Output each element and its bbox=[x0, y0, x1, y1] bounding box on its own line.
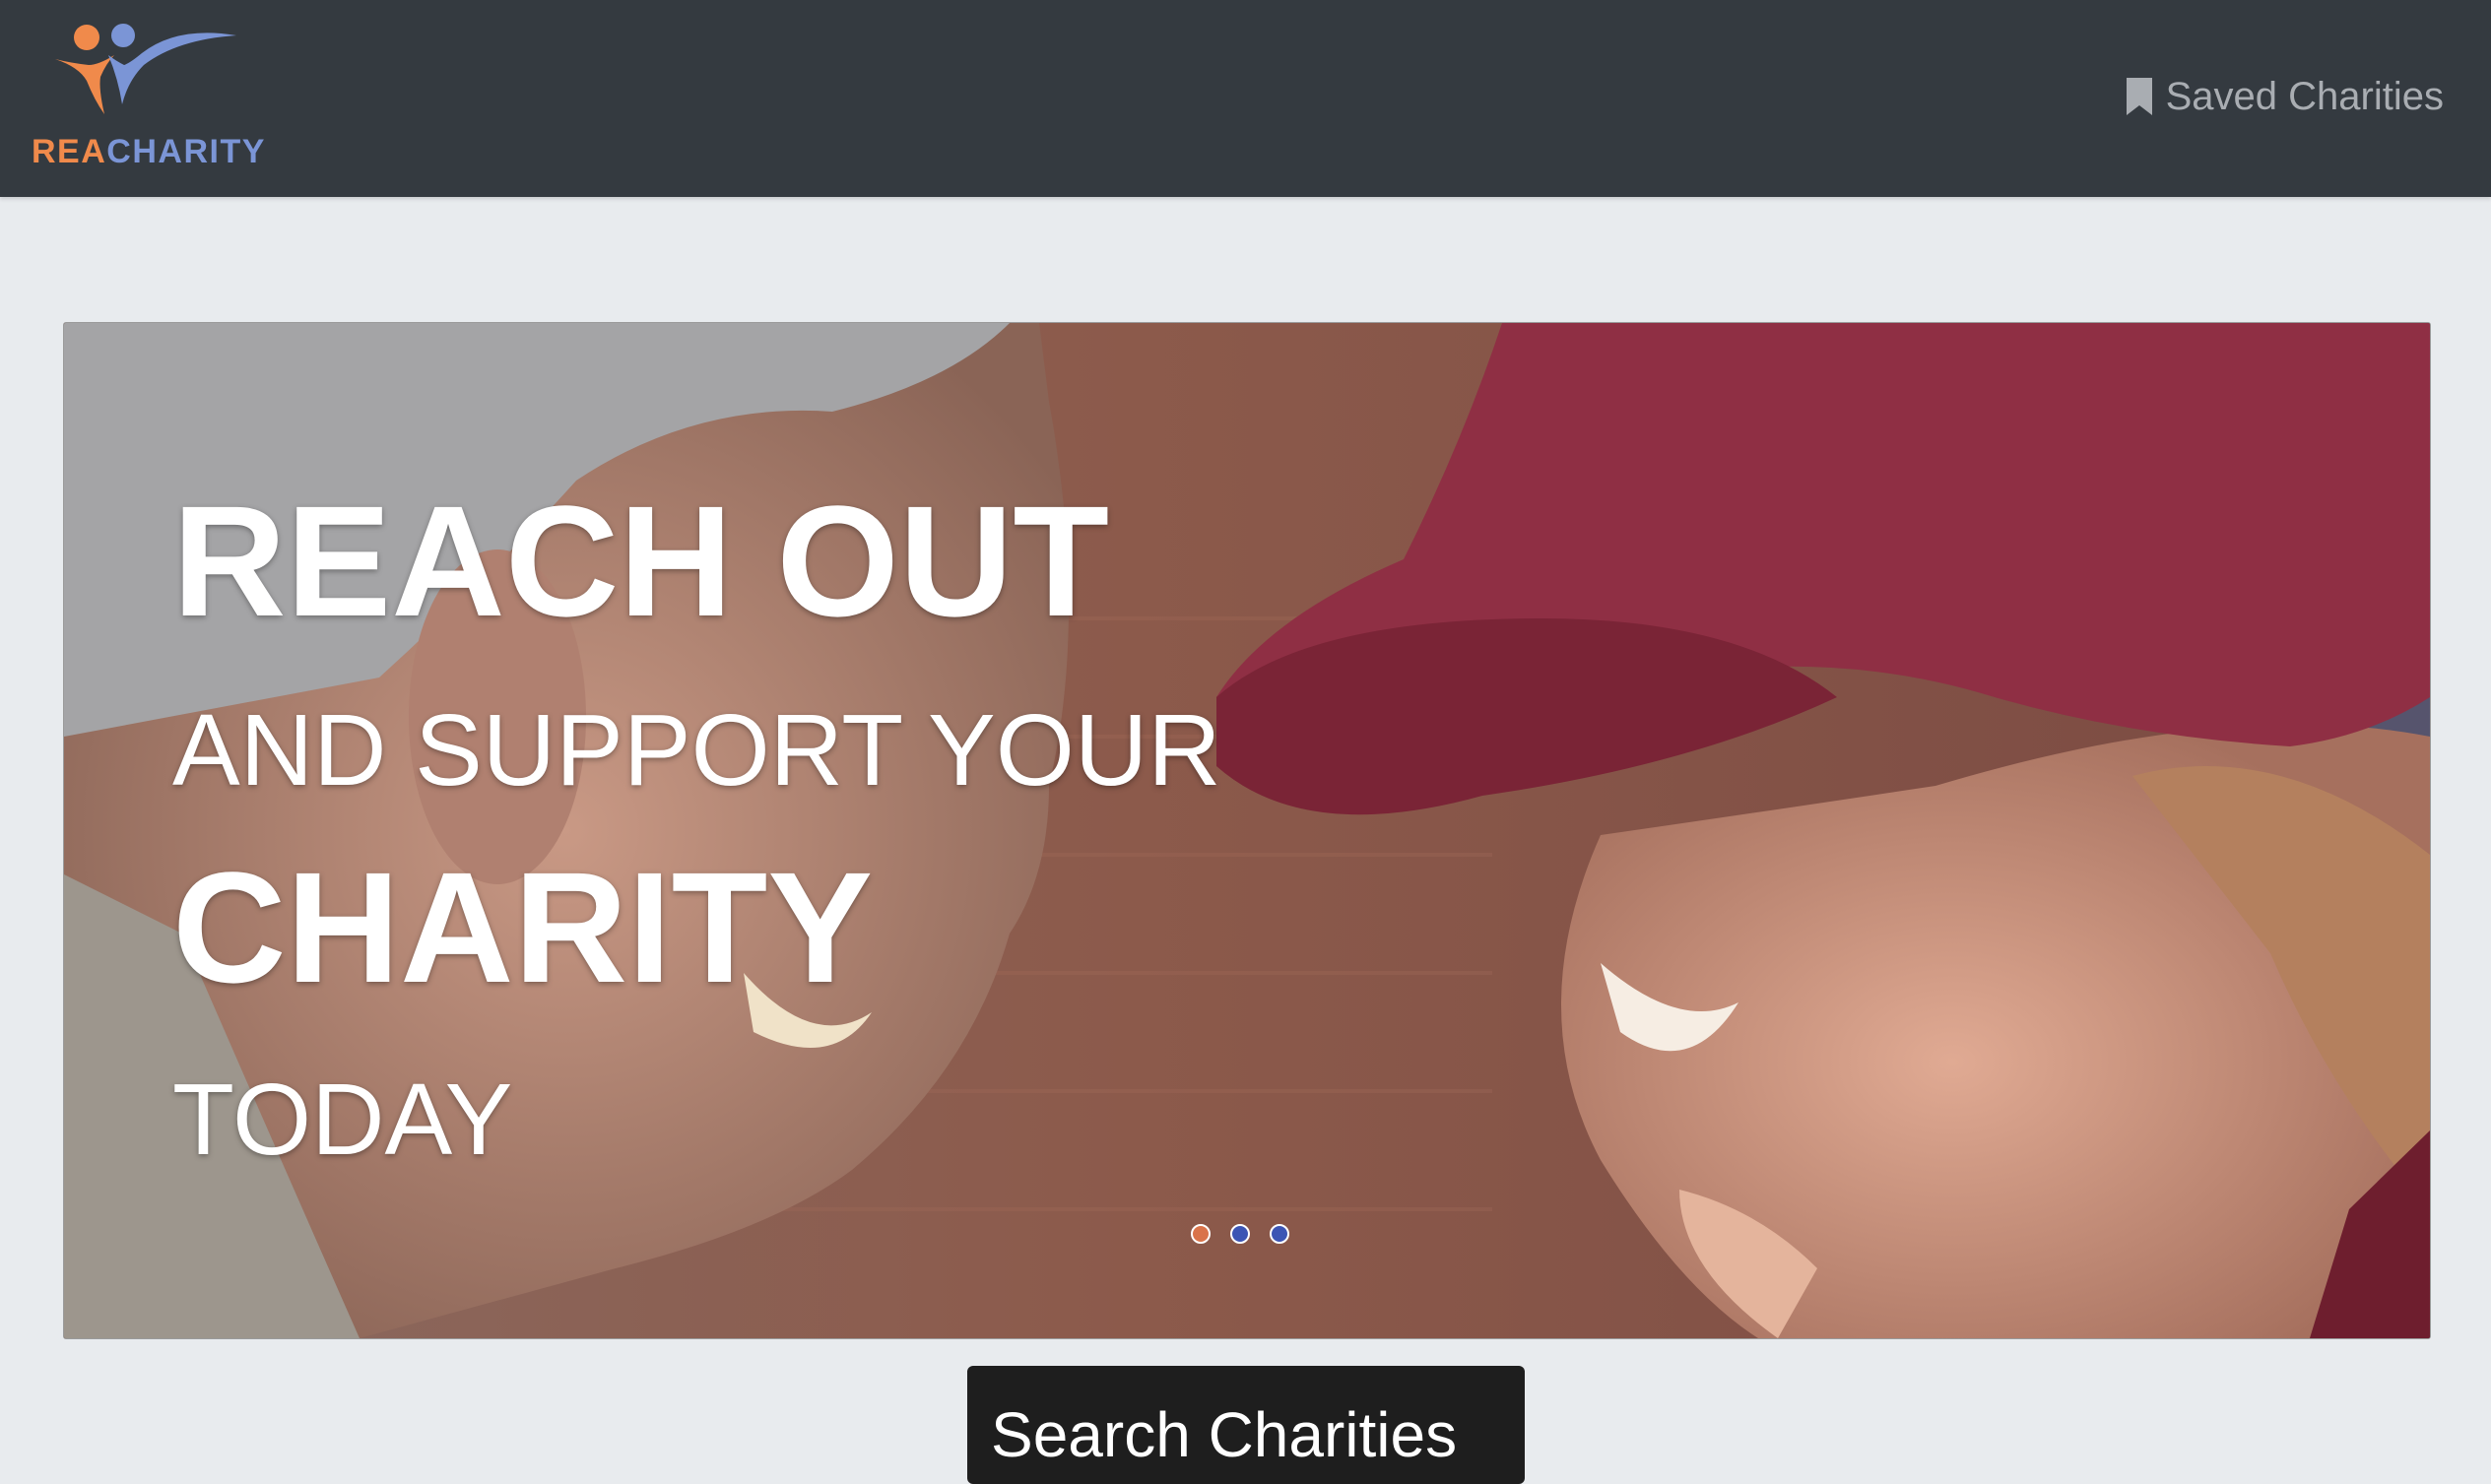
hero-carousel[interactable]: REACH OUT AND SUPPORT YOUR CHARITY TODAY bbox=[63, 322, 2431, 1339]
carousel-indicators bbox=[1191, 1224, 1289, 1244]
hero-line-3: CHARITY bbox=[172, 839, 874, 1015]
carousel-indicator-1[interactable] bbox=[1191, 1224, 1211, 1244]
brand-name: REACHARITY bbox=[32, 133, 266, 171]
saved-charities-link[interactable]: Saved Charities bbox=[2125, 71, 2444, 122]
navbar: REACHARITY Saved Charities bbox=[0, 0, 2491, 197]
brand-name-part1: REA bbox=[32, 133, 107, 170]
brand-logo[interactable]: REACHARITY bbox=[32, 20, 264, 177]
hero-line-1: REACH OUT bbox=[172, 473, 1110, 649]
carousel-indicator-3[interactable] bbox=[1270, 1224, 1289, 1244]
hero-line-4: TODAY bbox=[172, 1063, 513, 1176]
hero-line-2: AND SUPPORT YOUR bbox=[172, 693, 1221, 807]
people-logo-icon bbox=[55, 24, 236, 114]
carousel-indicator-2[interactable] bbox=[1230, 1224, 1250, 1244]
search-charities-button[interactable]: Search Charities bbox=[967, 1366, 1525, 1484]
brand-name-part2: CHARITY bbox=[106, 133, 266, 170]
saved-charities-label: Saved Charities bbox=[2165, 74, 2444, 118]
bookmark-icon bbox=[2126, 78, 2152, 115]
